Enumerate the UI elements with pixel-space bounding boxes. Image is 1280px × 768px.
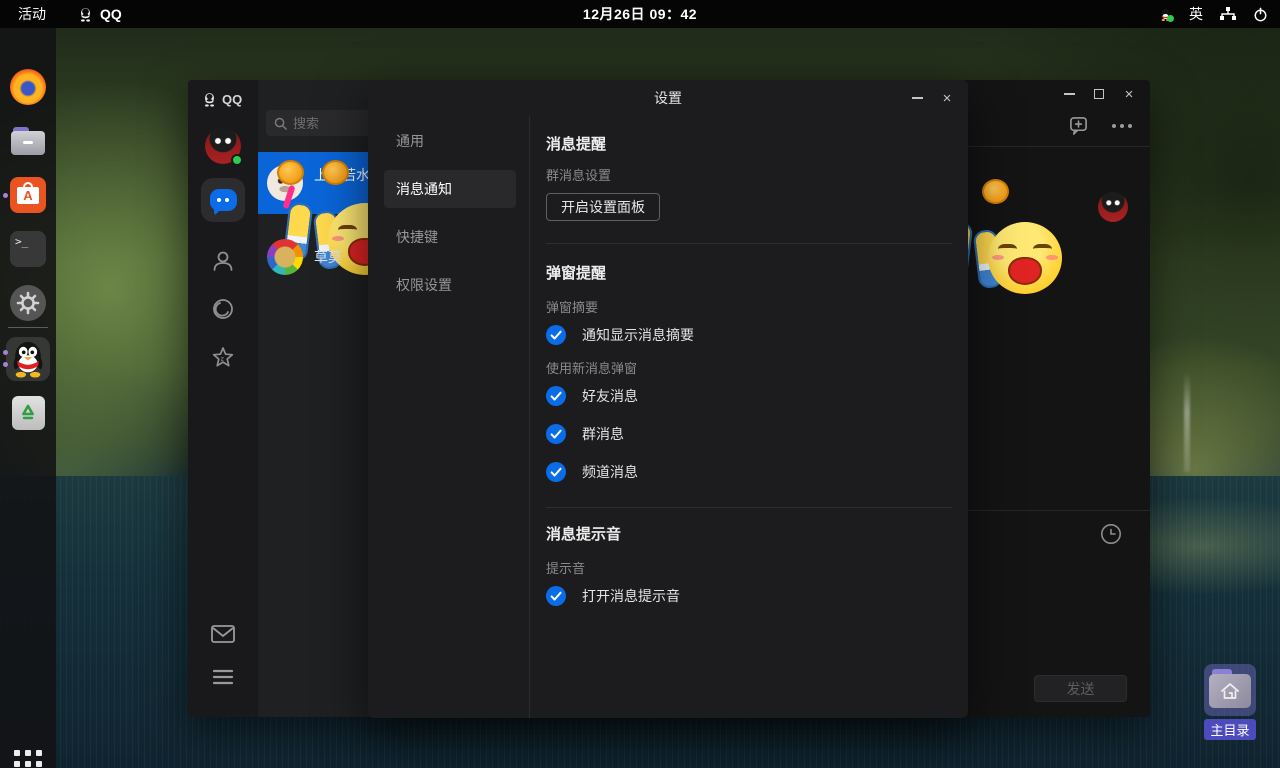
cheer-emoji-sticker	[937, 179, 1078, 306]
clock[interactable]: 12月26日 09：42	[0, 4, 1280, 24]
settings-title: 设置	[654, 90, 682, 106]
dock-settings-button[interactable]	[9, 284, 47, 322]
settings-dialog: 设置 × 通用 消息通知 快捷键 权限设置 消息提醒 群消息设置 开启设置面板 …	[368, 80, 968, 718]
section-title-sound: 消息提示音	[546, 526, 622, 543]
settings-content: 消息提醒 群消息设置 开启设置面板 弹窗提醒 弹窗摘要 通知显示消息摘要 使用新…	[530, 116, 968, 718]
dock-recycle-app-button[interactable]	[9, 394, 47, 432]
qq-logo: QQ	[202, 92, 242, 107]
checkbox-checked-icon[interactable]	[546, 424, 566, 444]
search-icon	[274, 117, 287, 130]
checkbox-row-summary[interactable]: 通知显示消息摘要	[546, 325, 952, 345]
message-history-icon[interactable]	[1099, 522, 1123, 546]
sound-label: 提示音	[546, 561, 586, 576]
close-button[interactable]: ×	[1114, 82, 1144, 106]
minimize-button[interactable]	[1054, 82, 1084, 106]
checkbox-label: 通知显示消息摘要	[582, 327, 694, 343]
ubuntu-software-icon: A	[10, 177, 46, 213]
gear-icon	[10, 285, 46, 321]
sidebar-item-contacts[interactable]	[210, 248, 236, 274]
settings-nav: 通用 消息通知 快捷键 权限设置	[368, 116, 530, 718]
settings-nav-shortcuts[interactable]: 快捷键	[384, 218, 516, 256]
checkbox-label: 好友消息	[582, 388, 638, 404]
wallpaper-waterfall	[1184, 372, 1190, 472]
gnome-top-bar: 活动 QQ 12月26日 09：42 英	[0, 0, 1280, 28]
recycle-icon	[11, 396, 45, 430]
chat-name: 草莫	[314, 249, 342, 265]
checkbox-label: 频道消息	[582, 464, 638, 480]
dock-firefox-button[interactable]	[9, 68, 47, 106]
checkbox-row-sound[interactable]: 打开消息提示音	[546, 586, 952, 606]
running-indicator-dot	[3, 362, 8, 367]
qq-status-tray-icon[interactable]	[1159, 8, 1174, 22]
online-status-dot	[231, 154, 243, 166]
section-divider	[546, 243, 952, 244]
network-icon[interactable]	[1220, 7, 1236, 21]
qq-logo-text: QQ	[222, 92, 243, 107]
terminal-icon: >_	[10, 231, 46, 267]
checkbox-row-group[interactable]: 群消息	[546, 424, 952, 444]
mail-icon[interactable]	[210, 623, 236, 645]
files-icon	[11, 127, 45, 155]
checkbox-checked-icon[interactable]	[546, 586, 566, 606]
checkbox-checked-icon[interactable]	[546, 462, 566, 482]
settings-minimize-button[interactable]	[902, 86, 932, 110]
dock: A >_	[0, 28, 56, 768]
settings-close-button[interactable]: ×	[932, 86, 962, 110]
sidebar-item-messages[interactable]	[201, 178, 245, 222]
sidebar-item-qzone[interactable]: z	[209, 344, 237, 372]
menu-hamburger-icon[interactable]	[211, 668, 235, 686]
section-title-popup-alert: 弹窗提醒	[546, 265, 607, 282]
settings-nav-general[interactable]: 通用	[384, 122, 516, 160]
qq-penguin-icon	[9, 340, 47, 378]
home-icon-label: 主目录	[1204, 719, 1256, 740]
home-folder-icon	[1204, 664, 1256, 716]
settings-nav-permissions[interactable]: 权限设置	[384, 266, 516, 304]
section-divider	[546, 507, 952, 508]
firefox-icon	[10, 69, 46, 105]
dock-terminal-button[interactable]: >_	[9, 230, 47, 268]
new-popup-label: 使用新消息弹窗	[546, 361, 638, 376]
checkbox-label: 打开消息提示音	[582, 588, 680, 604]
settings-titlebar: 设置 ×	[368, 80, 968, 116]
qq-sidebar-rail: QQ z	[188, 80, 258, 717]
maximize-button[interactable]	[1084, 82, 1114, 106]
chat-preview-sticker	[277, 160, 402, 275]
dock-qq-button[interactable]	[6, 337, 50, 381]
power-icon[interactable]	[1253, 7, 1268, 22]
chat-bubble-icon	[209, 189, 237, 216]
chat-avatar	[267, 239, 303, 275]
checkbox-label: 群消息	[582, 426, 624, 442]
app-grid-button[interactable]	[14, 750, 42, 768]
online-status-dot	[1167, 14, 1174, 22]
open-settings-panel-button[interactable]: 开启设置面板	[546, 193, 660, 221]
checkbox-checked-icon[interactable]	[546, 325, 566, 345]
input-method-indicator[interactable]: 英	[1189, 4, 1203, 24]
popup-summary-label: 弹窗摘要	[546, 300, 599, 315]
message-sender-avatar[interactable]	[1098, 192, 1128, 222]
running-indicator-dot	[3, 193, 8, 198]
desktop-home-icon[interactable]: 主目录	[1202, 664, 1258, 740]
sidebar-item-channels[interactable]	[210, 296, 236, 322]
settings-nav-notifications[interactable]: 消息通知	[384, 170, 516, 208]
checkbox-checked-icon[interactable]	[546, 386, 566, 406]
dock-files-button[interactable]	[9, 122, 47, 160]
create-chat-icon[interactable]	[1069, 116, 1088, 135]
group-message-settings-label: 群消息设置	[546, 168, 612, 183]
dock-divider	[8, 327, 48, 328]
dock-software-button[interactable]: A	[9, 176, 47, 214]
more-options-icon[interactable]	[1112, 123, 1132, 128]
send-button[interactable]: 发送	[1034, 675, 1127, 702]
section-title-message-alert: 消息提醒	[546, 136, 607, 153]
checkbox-row-channel[interactable]: 频道消息	[546, 462, 952, 482]
running-indicator-dot	[3, 350, 8, 355]
user-avatar[interactable]	[205, 128, 243, 166]
checkbox-row-friend[interactable]: 好友消息	[546, 386, 952, 406]
svg-text:z: z	[221, 356, 225, 363]
